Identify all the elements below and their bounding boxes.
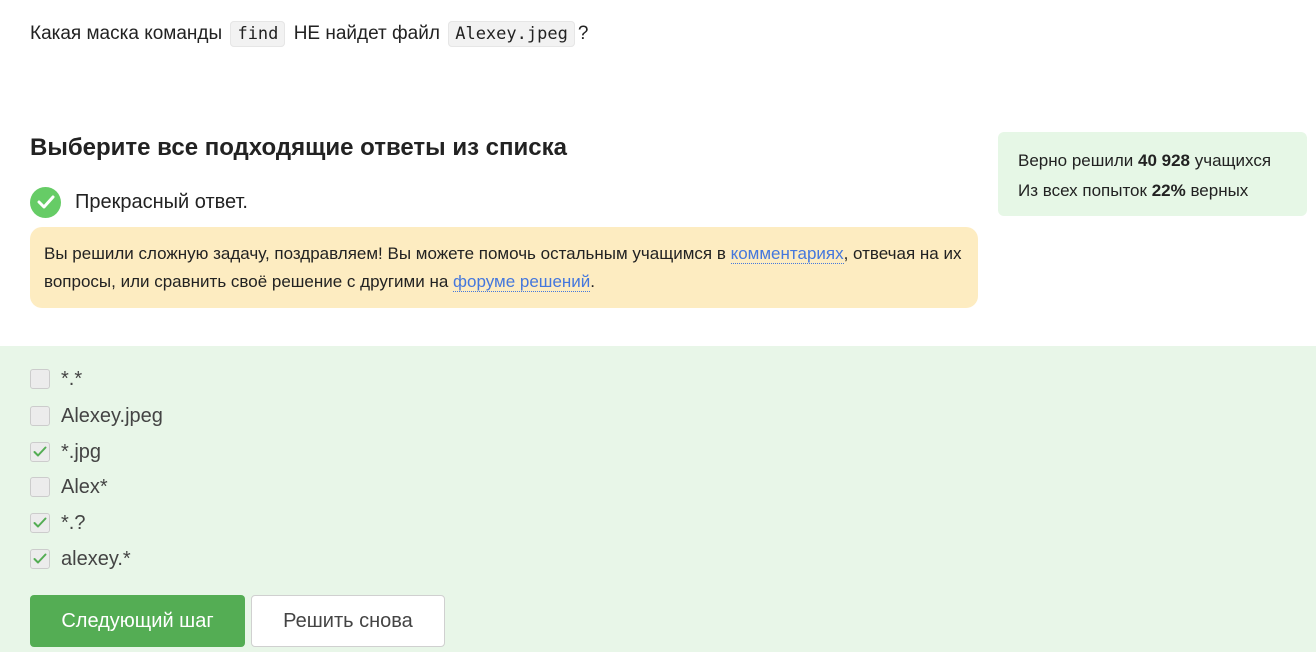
answer-option[interactable]: *.? [30, 511, 85, 535]
checkbox[interactable] [30, 477, 50, 497]
answer-option[interactable]: *.* [30, 367, 82, 391]
option-label: *.? [61, 511, 86, 534]
stats-attempts-suffix: верных [1185, 181, 1249, 200]
option-label: Alex* [61, 475, 108, 498]
answer-option[interactable]: *.jpg [30, 440, 101, 464]
question-text: Какая маска команды find НЕ найдет файл … [30, 18, 588, 50]
stats-solved-label: Верно решили [1018, 151, 1138, 170]
answer-option[interactable]: Alexey.jpeg [30, 404, 163, 428]
feedback-text: Прекрасный ответ. [75, 190, 248, 213]
congrats-text-3: . [590, 272, 596, 291]
stats-attempts-line: Из всех попыток 22% верных [1018, 176, 1287, 206]
next-step-button[interactable]: Следующий шаг [30, 595, 245, 647]
retry-button[interactable]: Решить снова [251, 595, 445, 647]
code-filename: Alexey.jpeg [448, 21, 575, 47]
stats-solved-line: Верно решили 40 928 учащихся [1018, 146, 1287, 176]
stats-correct-percent: 22% [1151, 181, 1186, 200]
option-label: Alexey.jpeg [61, 404, 163, 427]
question-prefix: Какая маска команды [30, 23, 223, 44]
check-circle-icon [30, 186, 61, 218]
stats-attempts-label: Из всех попыток [1018, 181, 1152, 200]
answer-option[interactable]: Alex* [30, 475, 108, 499]
stats-panel: Верно решили 40 928 учащихся Из всех поп… [998, 132, 1307, 216]
feedback-row: Прекрасный ответ. [30, 186, 248, 218]
checkbox[interactable] [30, 549, 50, 569]
checkmark-icon [33, 446, 47, 457]
stats-solved-suffix: учащихся [1190, 151, 1272, 170]
checkmark-icon [33, 517, 47, 528]
question-suffix: ? [577, 23, 589, 44]
checkmark-icon [33, 553, 47, 564]
congrats-text-1: Вы решили сложную задачу, поздравляем! В… [44, 244, 731, 263]
answers-panel: *.* Alexey.jpeg *.jpg Alex* *.? alexey.*… [0, 346, 1316, 652]
option-label: *.jpg [61, 440, 102, 463]
congrats-message: Вы решили сложную задачу, поздравляем! В… [30, 227, 978, 308]
option-label: *.* [61, 367, 83, 390]
solutions-forum-link[interactable]: форуме решений [453, 272, 591, 292]
question-middle: НЕ найдет файл [293, 23, 440, 44]
checkbox[interactable] [30, 513, 50, 533]
instructions-heading: Выберите все подходящие ответы из списка [30, 134, 567, 161]
checkbox[interactable] [30, 406, 50, 426]
answer-option[interactable]: alexey.* [30, 547, 131, 571]
code-find: find [230, 21, 286, 47]
checkbox[interactable] [30, 369, 50, 389]
stats-solved-count: 40 928 [1138, 151, 1190, 170]
checkbox[interactable] [30, 442, 50, 462]
comments-link[interactable]: комментариях [730, 244, 844, 264]
option-label: alexey.* [61, 547, 131, 570]
